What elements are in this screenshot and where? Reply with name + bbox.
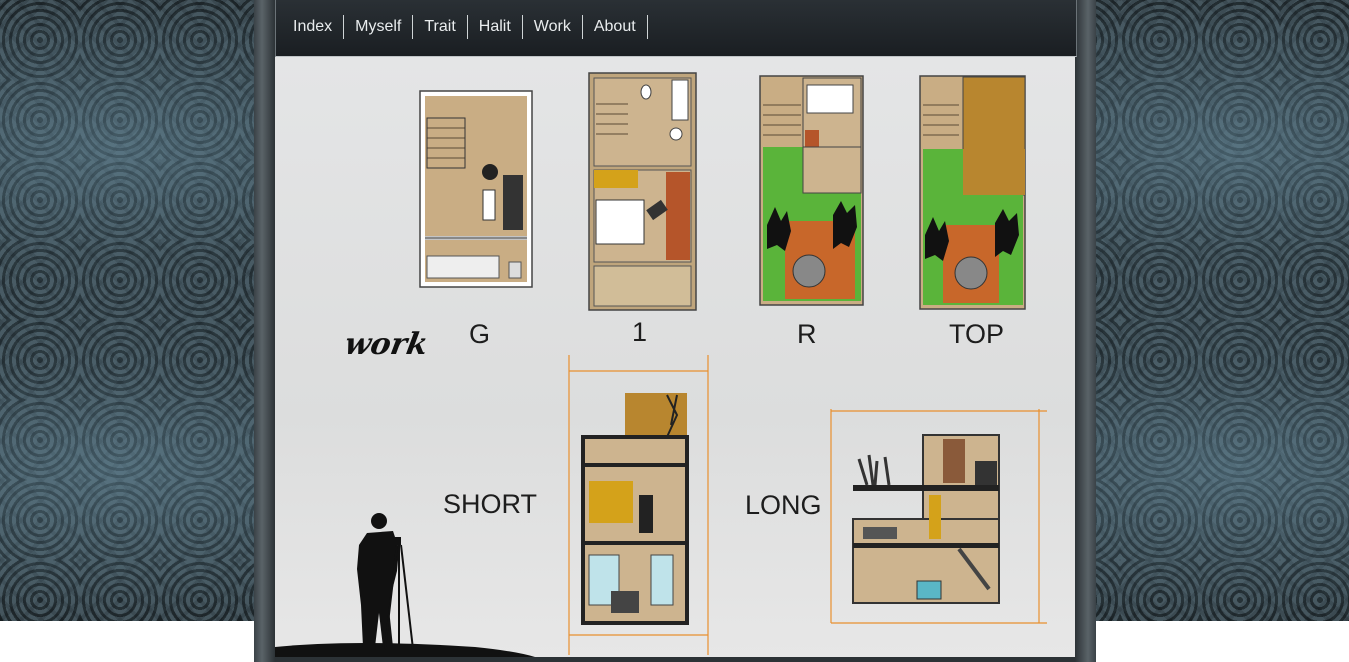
label-plan-ground: G	[469, 319, 491, 349]
nav-trait[interactable]: Trait	[413, 15, 468, 39]
label-plan-top: TOP	[949, 319, 1005, 349]
plan-top	[919, 75, 1027, 311]
nav-about[interactable]: About	[583, 15, 648, 39]
nav-myself[interactable]: Myself	[344, 15, 414, 39]
photographer-silhouette	[275, 509, 535, 657]
plan-ground-floor	[419, 90, 534, 288]
label-plan-first: 1	[632, 317, 648, 347]
work-script-title: work	[341, 327, 431, 362]
nav-menu: Index Myself Trait Halit Work About	[282, 15, 648, 39]
label-plan-roof: R	[797, 319, 817, 349]
top-navbar: Index Myself Trait Halit Work About	[275, 0, 1077, 57]
section-short	[567, 355, 712, 657]
nav-halit[interactable]: Halit	[468, 15, 523, 39]
work-poster-image: G 1 R TOP work SHORT LONG	[275, 57, 1075, 657]
section-long	[829, 409, 1049, 625]
label-section-long: LONG	[745, 490, 822, 520]
nav-index[interactable]: Index	[282, 15, 345, 39]
nav-work[interactable]: Work	[523, 15, 583, 39]
plan-roof	[759, 75, 865, 307]
plan-first-floor	[588, 72, 698, 312]
